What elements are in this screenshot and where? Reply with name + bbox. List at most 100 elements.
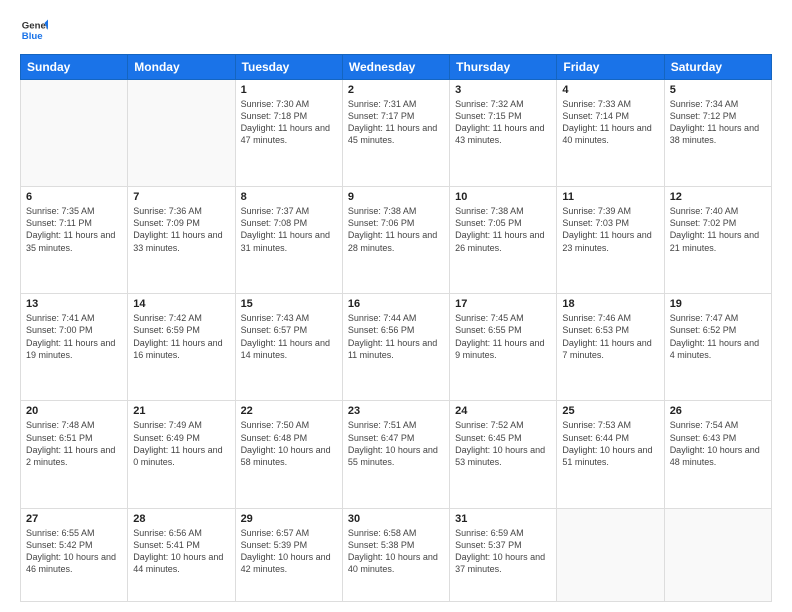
day-number: 15 <box>241 298 337 310</box>
calendar-cell: 1 Sunrise: 7:30 AM Sunset: 7:18 PM Daylig… <box>235 80 342 187</box>
weekday-header-friday: Friday <box>557 55 664 80</box>
day-info: Sunrise: 7:52 AM Sunset: 6:45 PM Dayligh… <box>455 419 551 468</box>
calendar-cell: 12Sunrise: 7:40 AM Sunset: 7:02 PM Dayli… <box>664 187 771 294</box>
day-info: Sunrise: 6:59 AM Sunset: 5:37 PM Dayligh… <box>455 527 551 576</box>
day-number: 2 <box>348 84 444 96</box>
day-info: Sunrise: 7:53 AM Sunset: 6:44 PM Dayligh… <box>562 419 658 468</box>
day-info: Sunrise: 7:30 AM Sunset: 7:18 PM Dayligh… <box>241 98 337 147</box>
calendar-cell: 8 Sunrise: 7:37 AM Sunset: 7:08 PM Daylig… <box>235 187 342 294</box>
calendar-cell: 31 Sunrise: 6:59 AM Sunset: 5:37 PM Dayli… <box>450 508 557 602</box>
day-number: 30 <box>348 513 444 525</box>
calendar-cell: 25 Sunrise: 7:53 AM Sunset: 6:44 PM Dayli… <box>557 401 664 508</box>
calendar-cell: 4 Sunrise: 7:33 AM Sunset: 7:14 PM Daylig… <box>557 80 664 187</box>
weekday-header-wednesday: Wednesday <box>342 55 449 80</box>
calendar-table: SundayMondayTuesdayWednesdayThursdayFrid… <box>20 54 772 602</box>
calendar-cell: 2 Sunrise: 7:31 AM Sunset: 7:17 PM Daylig… <box>342 80 449 187</box>
weekday-header-tuesday: Tuesday <box>235 55 342 80</box>
calendar-cell: 15 Sunrise: 7:43 AM Sunset: 6:57 PM Dayli… <box>235 294 342 401</box>
day-info: Sunrise: 6:55 AM Sunset: 5:42 PM Dayligh… <box>26 527 122 576</box>
day-info: Sunrise: 7:38 AM Sunset: 7:06 PM Dayligh… <box>348 205 444 254</box>
calendar-cell: 28 Sunrise: 6:56 AM Sunset: 5:41 PM Dayli… <box>128 508 235 602</box>
calendar-cell: 29 Sunrise: 6:57 AM Sunset: 5:39 PM Dayli… <box>235 508 342 602</box>
calendar-cell: 24Sunrise: 7:52 AM Sunset: 6:45 PM Dayli… <box>450 401 557 508</box>
day-info: Sunrise: 7:41 AM Sunset: 7:00 PM Dayligh… <box>26 312 122 361</box>
svg-text:Blue: Blue <box>22 31 43 42</box>
day-info: Sunrise: 7:50 AM Sunset: 6:48 PM Dayligh… <box>241 419 337 468</box>
day-number: 16 <box>348 298 444 310</box>
day-number: 10 <box>455 191 551 203</box>
weekday-header-saturday: Saturday <box>664 55 771 80</box>
calendar-cell: 14 Sunrise: 7:42 AM Sunset: 6:59 PM Dayli… <box>128 294 235 401</box>
calendar-cell: 27 Sunrise: 6:55 AM Sunset: 5:42 PM Dayli… <box>21 508 128 602</box>
calendar-cell: 21 Sunrise: 7:49 AM Sunset: 6:49 PM Dayli… <box>128 401 235 508</box>
calendar-cell <box>664 508 771 602</box>
day-number: 22 <box>241 405 337 417</box>
calendar-cell: 17 Sunrise: 7:45 AM Sunset: 6:55 PM Dayli… <box>450 294 557 401</box>
day-info: Sunrise: 7:33 AM Sunset: 7:14 PM Dayligh… <box>562 98 658 147</box>
day-number: 8 <box>241 191 337 203</box>
calendar-cell: 6 Sunrise: 7:35 AM Sunset: 7:11 PM Daylig… <box>21 187 128 294</box>
day-info: Sunrise: 7:40 AM Sunset: 7:02 PM Dayligh… <box>670 205 766 254</box>
day-number: 13 <box>26 298 122 310</box>
day-number: 18 <box>562 298 658 310</box>
day-info: Sunrise: 7:49 AM Sunset: 6:49 PM Dayligh… <box>133 419 229 468</box>
weekday-header-monday: Monday <box>128 55 235 80</box>
calendar-cell: 22 Sunrise: 7:50 AM Sunset: 6:48 PM Dayli… <box>235 401 342 508</box>
day-number: 26 <box>670 405 766 417</box>
calendar-cell <box>557 508 664 602</box>
day-number: 11 <box>562 191 658 203</box>
day-number: 17 <box>455 298 551 310</box>
calendar-week-2: 13 Sunrise: 7:41 AM Sunset: 7:00 PM Dayli… <box>21 294 772 401</box>
day-info: Sunrise: 7:36 AM Sunset: 7:09 PM Dayligh… <box>133 205 229 254</box>
calendar-cell: 19 Sunrise: 7:47 AM Sunset: 6:52 PM Dayli… <box>664 294 771 401</box>
day-number: 25 <box>562 405 658 417</box>
day-number: 14 <box>133 298 229 310</box>
day-number: 20 <box>26 405 122 417</box>
day-info: Sunrise: 7:43 AM Sunset: 6:57 PM Dayligh… <box>241 312 337 361</box>
day-info: Sunrise: 6:56 AM Sunset: 5:41 PM Dayligh… <box>133 527 229 576</box>
day-number: 19 <box>670 298 766 310</box>
page: General Blue SundayMondayTuesdayWednesda… <box>0 0 792 612</box>
calendar-cell: 16Sunrise: 7:44 AM Sunset: 6:56 PM Dayli… <box>342 294 449 401</box>
day-info: Sunrise: 7:46 AM Sunset: 6:53 PM Dayligh… <box>562 312 658 361</box>
day-number: 23 <box>348 405 444 417</box>
logo: General Blue <box>20 16 48 44</box>
calendar-cell: 20Sunrise: 7:48 AM Sunset: 6:51 PM Dayli… <box>21 401 128 508</box>
calendar-week-1: 6 Sunrise: 7:35 AM Sunset: 7:11 PM Daylig… <box>21 187 772 294</box>
day-number: 5 <box>670 84 766 96</box>
day-number: 9 <box>348 191 444 203</box>
day-number: 1 <box>241 84 337 96</box>
day-number: 28 <box>133 513 229 525</box>
day-info: Sunrise: 7:54 AM Sunset: 6:43 PM Dayligh… <box>670 419 766 468</box>
logo-icon: General Blue <box>20 16 48 44</box>
header: General Blue <box>20 16 772 44</box>
weekday-header-thursday: Thursday <box>450 55 557 80</box>
calendar-cell: 30 Sunrise: 6:58 AM Sunset: 5:38 PM Dayli… <box>342 508 449 602</box>
day-number: 6 <box>26 191 122 203</box>
weekday-header-row: SundayMondayTuesdayWednesdayThursdayFrid… <box>21 55 772 80</box>
day-info: Sunrise: 7:47 AM Sunset: 6:52 PM Dayligh… <box>670 312 766 361</box>
day-info: Sunrise: 7:42 AM Sunset: 6:59 PM Dayligh… <box>133 312 229 361</box>
day-info: Sunrise: 7:32 AM Sunset: 7:15 PM Dayligh… <box>455 98 551 147</box>
day-info: Sunrise: 7:37 AM Sunset: 7:08 PM Dayligh… <box>241 205 337 254</box>
calendar-cell: 9 Sunrise: 7:38 AM Sunset: 7:06 PM Daylig… <box>342 187 449 294</box>
svg-text:General: General <box>22 20 48 31</box>
day-info: Sunrise: 7:31 AM Sunset: 7:17 PM Dayligh… <box>348 98 444 147</box>
day-info: Sunrise: 7:51 AM Sunset: 6:47 PM Dayligh… <box>348 419 444 468</box>
calendar-cell <box>21 80 128 187</box>
day-info: Sunrise: 6:57 AM Sunset: 5:39 PM Dayligh… <box>241 527 337 576</box>
day-number: 3 <box>455 84 551 96</box>
day-number: 4 <box>562 84 658 96</box>
day-info: Sunrise: 6:58 AM Sunset: 5:38 PM Dayligh… <box>348 527 444 576</box>
day-number: 29 <box>241 513 337 525</box>
day-number: 21 <box>133 405 229 417</box>
day-info: Sunrise: 7:35 AM Sunset: 7:11 PM Dayligh… <box>26 205 122 254</box>
day-number: 7 <box>133 191 229 203</box>
day-info: Sunrise: 7:39 AM Sunset: 7:03 PM Dayligh… <box>562 205 658 254</box>
day-number: 31 <box>455 513 551 525</box>
day-number: 27 <box>26 513 122 525</box>
calendar-cell: 13 Sunrise: 7:41 AM Sunset: 7:00 PM Dayli… <box>21 294 128 401</box>
calendar-cell: 23 Sunrise: 7:51 AM Sunset: 6:47 PM Dayli… <box>342 401 449 508</box>
day-info: Sunrise: 7:45 AM Sunset: 6:55 PM Dayligh… <box>455 312 551 361</box>
calendar-cell: 7 Sunrise: 7:36 AM Sunset: 7:09 PM Daylig… <box>128 187 235 294</box>
